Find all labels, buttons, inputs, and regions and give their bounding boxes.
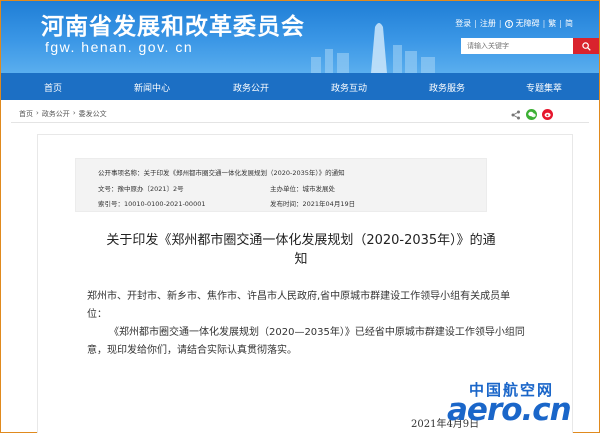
nav-news[interactable]: 新闻中心 [134, 81, 170, 94]
document-title-line1: 关于印发《郑州都市圈交通一体化发展规划（2020-2035年）》的通 [106, 233, 496, 248]
document-title: 关于印发《郑州都市圈交通一体化发展规划（2020-2035年）》的通 知 [71, 231, 531, 269]
accessibility-icon [504, 19, 513, 28]
document-body: 郑州市、开封市、新乡市、焦作市、许昌市人民政府,省中原城市群建设工作领导小组有关… [87, 288, 525, 360]
main-nav: 首页 新闻中心 政务公开 政务互动 政务服务 专题集萃 [1, 73, 599, 100]
share-buttons [511, 109, 553, 120]
search-icon [581, 41, 591, 51]
nav-home[interactable]: 首页 [44, 81, 62, 94]
nav-interaction[interactable]: 政务互动 [331, 81, 367, 94]
document-paragraph: 《郑州都市圈交通一体化发展规划（2020—2035年）》已经省中原城市群建设工作… [87, 327, 525, 356]
nav-gov-affairs[interactable]: 政务公开 [233, 81, 269, 94]
site-domain: fgw. henan. gov. cn [45, 39, 194, 55]
document-title-line2: 知 [294, 252, 308, 267]
search-box [461, 38, 599, 54]
search-button[interactable] [573, 38, 599, 54]
skyline-illustration [311, 23, 435, 73]
traditional-chinese-link[interactable]: 繁 [548, 18, 556, 29]
breadcrumb-bar: 首页 › 政务公开 › 委发公文 [11, 105, 589, 123]
meta-subject: 公开事项名称：关于印发《郑州都市圈交通一体化发展规划（2020-2035年）》的… [98, 169, 345, 177]
nav-services[interactable]: 政务服务 [429, 81, 465, 94]
register-link[interactable]: 注册 [480, 18, 496, 29]
meta-doc-number: 文号：豫中原办〔2021〕2号 [98, 185, 184, 193]
search-input[interactable] [461, 38, 573, 54]
login-link[interactable]: 登录 [455, 18, 471, 29]
watermark-logo: 中国航空网 aero.cn [445, 379, 595, 431]
wechat-icon[interactable] [526, 109, 537, 120]
breadcrumb: 首页 › 政务公开 › 委发公文 [19, 109, 107, 119]
accessibility-link[interactable]: 无障碍 [516, 18, 540, 29]
weibo-icon[interactable] [542, 109, 553, 120]
simplified-chinese-link[interactable]: 简 [565, 18, 573, 29]
document-recipients: 郑州市、开封市、新乡市、焦作市、许昌市人民政府,省中原城市群建设工作领导小组有关… [87, 291, 511, 320]
meta-index-number: 索引号：10010-0100-2021-00001 [98, 200, 206, 208]
share-icon[interactable] [511, 110, 521, 120]
breadcrumb-documents[interactable]: 委发公文 [79, 109, 107, 119]
meta-publisher: 主办单位：城市发展处 [270, 185, 335, 193]
document-meta-box: 公开事项名称：关于印发《郑州都市圈交通一体化发展规划（2020-2035年）》的… [75, 158, 487, 212]
top-links: 登录 | 注册 | 无障碍 | 繁 | 简 [455, 18, 573, 29]
site-header: 河南省发展和改革委员会 fgw. henan. gov. cn 登录 | 注册 … [1, 1, 599, 73]
breadcrumb-home[interactable]: 首页 [19, 109, 33, 119]
nav-topics[interactable]: 专题集萃 [526, 81, 562, 94]
meta-publish-date: 发布时间：2021年04月19日 [270, 200, 356, 208]
site-title: 河南省发展和改革委员会 [41, 14, 305, 40]
breadcrumb-gov-affairs[interactable]: 政务公开 [42, 109, 70, 119]
watermark-aero-text: aero.cn [447, 392, 572, 428]
